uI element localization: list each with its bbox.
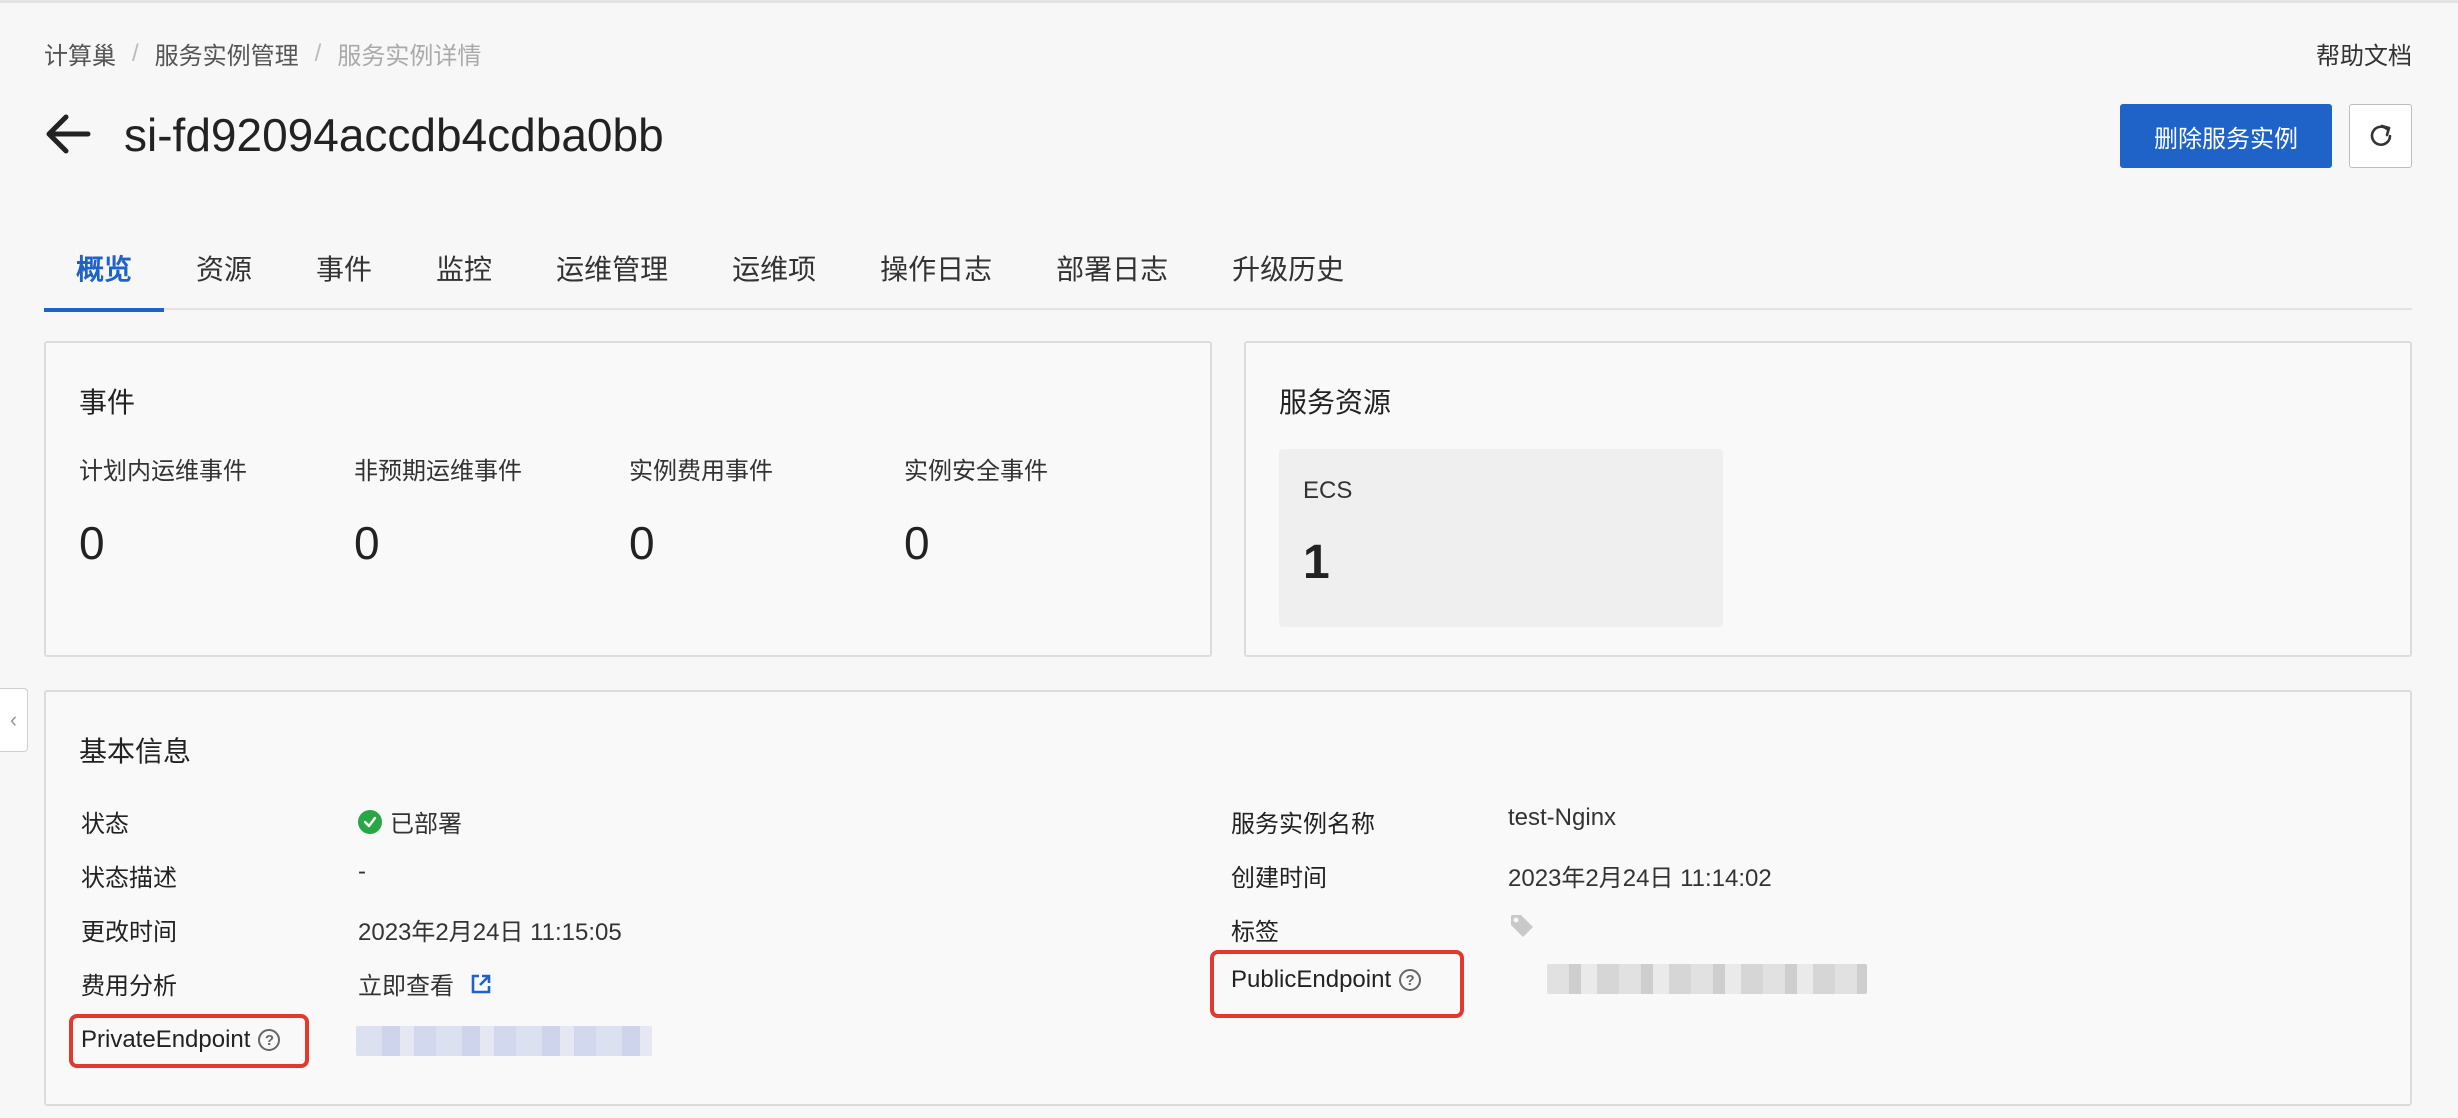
modified-time-label: 更改时间 (81, 919, 177, 946)
cost-analysis-link[interactable]: 立即查看 (358, 966, 492, 1001)
public-endpoint-label: PublicEndpoint ? (1231, 966, 1422, 994)
tags-label: 标签 (1231, 919, 1279, 946)
private-endpoint-label-text: PrivateEndpoint (81, 1026, 251, 1053)
breadcrumb-separator: / (314, 39, 322, 67)
event-count: 0 (629, 517, 655, 569)
basic-info-title: 基本信息 (79, 736, 192, 767)
status-label: 状态 (81, 811, 129, 838)
event-count: 0 (904, 517, 930, 569)
ecs-count: 1 (1303, 536, 1330, 589)
tab-bar: 概览 资源 事件 监控 运维管理 运维项 操作日志 部署日志 升级历史 (44, 230, 2412, 312)
status-text: 已部署 (390, 811, 462, 838)
cost-analysis-label: 费用分析 (81, 973, 177, 1000)
help-question-icon[interactable]: ? (1399, 969, 1422, 991)
tab-overview[interactable]: 概览 (44, 230, 165, 312)
breadcrumb: 计算巢 / 服务实例管理 / 服务实例详情 (44, 36, 481, 71)
events-card: 事件 计划内运维事件 0 非预期运维事件 0 实例费用事件 0 实例安全事件 0 (44, 341, 1212, 657)
event-label: 非预期运维事件 (354, 458, 522, 485)
breadcrumb-item-current: 服务实例详情 (337, 43, 482, 70)
instance-name-label: 服务实例名称 (1231, 811, 1375, 838)
modified-time-value: 2023年2月24日 11:15:05 (358, 919, 622, 946)
event-planned[interactable]: 计划内运维事件 0 (79, 451, 247, 570)
status-value: 已部署 (358, 804, 462, 839)
status-desc-label: 状态描述 (81, 865, 177, 892)
tab-operations-management[interactable]: 运维管理 (524, 230, 700, 310)
cost-analysis-link-text: 立即查看 (358, 973, 454, 1000)
event-label: 实例安全事件 (904, 458, 1048, 485)
private-endpoint-value-redacted (356, 1026, 652, 1056)
event-cost[interactable]: 实例费用事件 0 (629, 451, 773, 570)
public-endpoint-label-text: PublicEndpoint (1231, 966, 1392, 993)
check-circle-icon (358, 809, 382, 834)
top-divider (0, 0, 2458, 3)
breadcrumb-item-instance-management[interactable]: 服务实例管理 (155, 36, 299, 71)
breadcrumb-separator: / (132, 39, 139, 67)
sidebar-expand-handle[interactable]: ‹ (0, 688, 28, 752)
event-count: 0 (354, 517, 380, 569)
private-endpoint-label: PrivateEndpoint ? (81, 1026, 281, 1054)
help-docs-link[interactable]: 帮助文档 (2316, 36, 2412, 71)
ecs-label: ECS (1303, 477, 1353, 504)
refresh-button[interactable] (2349, 104, 2412, 168)
page-title: si-fd92094accdb4cdba0bb (124, 109, 664, 161)
breadcrumb-item-compute-nest[interactable]: 计算巢 (44, 36, 116, 71)
events-card-title: 事件 (79, 387, 136, 418)
public-endpoint-value-redacted (1547, 964, 1867, 994)
basic-info-card: 基本信息 状态 已部署 状态描述 - 更改时间 2023年2月24日 11:15… (44, 690, 2412, 1106)
tab-upgrade-history[interactable]: 升级历史 (1200, 230, 1376, 310)
delete-instance-button[interactable]: 删除服务实例 (2120, 104, 2332, 168)
event-label: 实例费用事件 (629, 458, 773, 485)
instance-name-value: test-Nginx (1508, 804, 1617, 831)
event-label: 计划内运维事件 (79, 458, 247, 485)
help-question-icon[interactable]: ? (258, 1029, 281, 1051)
service-resources-card: 服务资源 ECS 1 (1244, 341, 2412, 657)
external-link-icon (471, 974, 491, 993)
chevron-left-icon: ‹ (9, 707, 18, 732)
status-desc-value: - (358, 858, 366, 885)
tab-monitoring[interactable]: 监控 (404, 230, 524, 310)
tab-deployment-logs[interactable]: 部署日志 (1024, 230, 1200, 310)
created-time-value: 2023年2月24日 11:14:02 (1508, 865, 1772, 892)
tab-events[interactable]: 事件 (284, 230, 404, 310)
ecs-resource-tile[interactable]: ECS 1 (1279, 449, 1723, 627)
tab-operation-logs[interactable]: 操作日志 (848, 230, 1024, 310)
resources-card-title: 服务资源 (1279, 387, 1392, 418)
event-security[interactable]: 实例安全事件 0 (904, 451, 1048, 570)
tab-resources[interactable]: 资源 (164, 230, 284, 310)
event-unexpected[interactable]: 非预期运维事件 0 (354, 451, 522, 570)
tag-icon[interactable] (1508, 912, 1536, 940)
event-count: 0 (79, 517, 105, 569)
refresh-icon (2370, 124, 2391, 146)
created-time-label: 创建时间 (1231, 865, 1327, 892)
back-arrow-icon[interactable] (44, 112, 92, 156)
tab-operations-items[interactable]: 运维项 (700, 230, 848, 310)
